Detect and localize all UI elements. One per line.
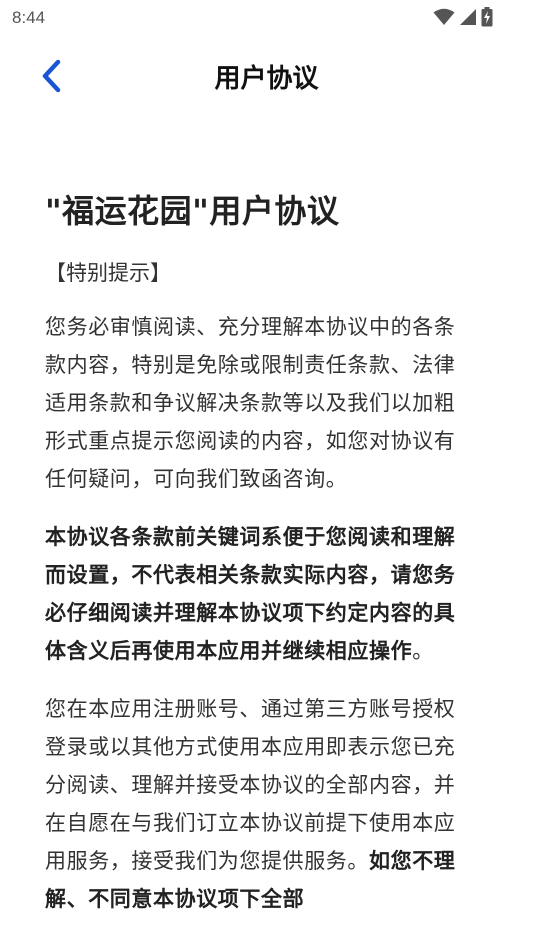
paragraph-end: 。 bbox=[412, 639, 434, 663]
status-time: 8:44 bbox=[12, 8, 46, 27]
agreement-paragraph-3: 您在本应用注册账号、通过第三方账号授权登录或以其他方式使用本应用即表示您已充分阅… bbox=[45, 690, 475, 918]
normal-text: 您在本应用注册账号、通过第三方账号授权登录或以其他方式使用本应用即表示您已充分阅… bbox=[45, 697, 456, 873]
status-icons bbox=[433, 7, 493, 27]
document-title: "福运花园"用户协议 bbox=[45, 192, 340, 230]
status-bar: 8:44 bbox=[0, 0, 533, 36]
app-bar: 用户协议 bbox=[0, 36, 533, 116]
page-title: 用户协议 bbox=[214, 64, 319, 94]
agreement-content[interactable]: "福运花园"用户协议 【特别提示】 您务必审慎阅读、充分理解本协议中的各条款内容… bbox=[45, 186, 475, 938]
battery-charging-icon bbox=[481, 7, 493, 27]
special-notice-label: 【特别提示】 bbox=[45, 261, 171, 285]
wifi-icon bbox=[433, 8, 455, 25]
signal-icon bbox=[460, 9, 476, 25]
bold-text: 本协议各条款前关键词系便于您阅读和理解而设置，不代表相关条款实际内容，请您务必仔… bbox=[45, 525, 456, 663]
agreement-paragraph-2: 本协议各条款前关键词系便于您阅读和理解而设置，不代表相关条款实际内容，请您务必仔… bbox=[45, 518, 475, 670]
agreement-paragraph-1: 您务必审慎阅读、充分理解本协议中的各条款内容，特别是免除或限制责任条款、法律适用… bbox=[45, 315, 456, 491]
